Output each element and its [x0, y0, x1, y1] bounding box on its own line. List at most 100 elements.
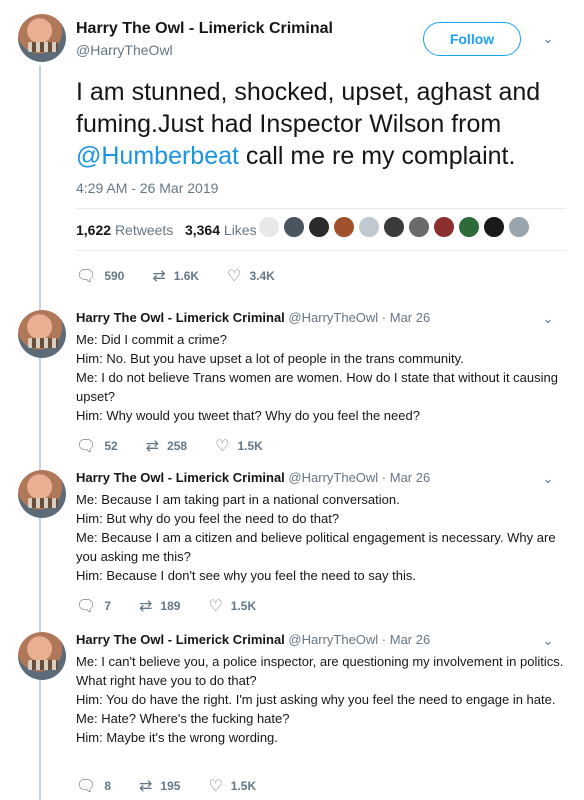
tweet-text: I am stunned, shocked, upset, aghast and… [76, 76, 576, 172]
retweet-button[interactable]: ⇄ 189 [139, 596, 180, 616]
reply-tweet[interactable]: Harry The Owl - Limerick Criminal @Harry… [0, 310, 584, 460]
reply-header: Harry The Owl - Limerick Criminal @Harry… [76, 470, 430, 485]
dialogue-line: Me: Because I am a citizen and believe p… [76, 530, 556, 564]
like-count: 1.5K [230, 779, 257, 793]
reply-text: Me: Because I am taking part in a nation… [76, 490, 566, 585]
retweet-icon: ⇄ [145, 438, 160, 455]
liker-avatar[interactable] [283, 216, 305, 238]
liker-avatar[interactable] [333, 216, 355, 238]
tweet-actions: 🗨 7 ⇄ 189 ♡ 1.5K [76, 596, 284, 616]
dialogue-line: Me: Hate? Where's the fucking hate? [76, 711, 290, 726]
reply-count: 7 [104, 599, 111, 613]
reply-header: Harry The Owl - Limerick Criminal @Harry… [76, 632, 430, 647]
liker-avatar[interactable] [358, 216, 380, 238]
retweet-button[interactable]: ⇄ 258 [146, 436, 187, 456]
chevron-down-icon[interactable]: ⌄ [541, 32, 555, 46]
reply-count: 590 [104, 269, 125, 283]
like-button[interactable]: ♡ 3.4K [227, 266, 275, 286]
tweet-actions: 🗨 8 ⇄ 195 ♡ 1.5K [76, 776, 284, 796]
retweet-count: 195 [160, 779, 181, 793]
reply-icon: 🗨 [76, 778, 97, 795]
retweet-button[interactable]: ⇄ 1.6K [152, 266, 199, 286]
like-count: 1.5K [237, 439, 263, 453]
retweet-button[interactable]: ⇄ 195 [139, 776, 180, 796]
avatar[interactable] [18, 632, 66, 680]
retweets-count[interactable]: 1,622 [76, 222, 111, 238]
tweet-timestamp[interactable]: 4:29 AM - 26 Mar 2019 [76, 180, 218, 196]
like-button[interactable]: ♡ 1.5K [208, 596, 256, 616]
author-name[interactable]: Harry The Owl - Limerick Criminal [76, 310, 285, 325]
like-button[interactable]: ♡ 1.5K [215, 436, 263, 456]
liker-avatar[interactable] [308, 216, 330, 238]
like-button[interactable]: ♡ 1.5K [208, 776, 256, 796]
author-name[interactable]: Harry The Owl - Limerick Criminal [76, 632, 285, 647]
avatar[interactable] [18, 14, 66, 62]
reply-header: Harry The Owl - Limerick Criminal @Harry… [76, 310, 430, 325]
mention-link[interactable]: @Humberbeat [76, 142, 239, 170]
dialogue-line: Him: Why would you tweet that? Why do yo… [76, 408, 420, 423]
liker-avatars [258, 216, 530, 238]
chevron-down-icon[interactable]: ⌄ [541, 312, 555, 326]
dialogue-line: Me: Did I commit a crime? [76, 332, 227, 347]
dialogue-line: Him: You do have the right. I'm just ask… [76, 692, 556, 707]
author-name[interactable]: Harry The Owl - Limerick Criminal [76, 470, 285, 485]
retweet-icon: ⇄ [139, 598, 153, 615]
avatar[interactable] [18, 310, 66, 358]
heart-icon: ♡ [227, 268, 242, 285]
heart-icon: ♡ [215, 438, 230, 455]
author-handle-date[interactable]: @HarryTheOwl · Mar 26 [288, 632, 430, 647]
retweet-count: 258 [167, 439, 188, 453]
tweet-text-part: call me re my complaint. [238, 142, 516, 170]
liker-avatar[interactable] [383, 216, 405, 238]
dialogue-line: Him: Maybe it's the wrong wording. [76, 730, 278, 745]
avatar[interactable] [18, 470, 66, 518]
liker-avatar[interactable] [483, 216, 505, 238]
chevron-down-icon[interactable]: ⌄ [541, 634, 555, 648]
divider [76, 208, 566, 209]
reply-tweet[interactable]: Harry The Owl - Limerick Criminal @Harry… [0, 470, 584, 620]
heart-icon: ♡ [208, 778, 223, 795]
heart-icon: ♡ [208, 598, 223, 615]
liker-avatar[interactable] [258, 216, 280, 238]
dialogue-line: Him: Because I don't see why you feel th… [76, 568, 416, 583]
chevron-down-icon[interactable]: ⌄ [541, 472, 555, 486]
reply-button[interactable]: 🗨 8 [76, 776, 111, 796]
retweets-label[interactable]: Retweets [115, 222, 173, 238]
reply-icon: 🗨 [76, 598, 97, 615]
liker-avatar[interactable] [508, 216, 530, 238]
dialogue-line: Him: No. But you have upset a lot of peo… [76, 351, 464, 366]
author-name[interactable]: Harry The Owl - Limerick Criminal [76, 20, 333, 38]
dialogue-line: Me: I do not believe Trans women are wom… [76, 370, 558, 404]
dialogue-line: Him: But why do you feel the need to do … [76, 511, 340, 526]
liker-avatar[interactable] [408, 216, 430, 238]
liker-avatar[interactable] [458, 216, 480, 238]
reply-button[interactable]: 🗨 590 [76, 266, 124, 286]
retweet-icon: ⇄ [139, 778, 153, 795]
reply-tweet[interactable]: Harry The Owl - Limerick Criminal @Harry… [0, 632, 584, 800]
reply-icon: 🗨 [76, 438, 97, 455]
author-handle-date[interactable]: @HarryTheOwl · Mar 26 [288, 470, 430, 485]
divider [76, 250, 566, 251]
tweet-actions: 🗨 52 ⇄ 258 ♡ 1.5K [76, 436, 291, 456]
reply-button[interactable]: 🗨 52 [76, 436, 118, 456]
tweet-actions: 🗨 590 ⇄ 1.6K ♡ 3.4K [76, 266, 303, 286]
reply-count: 8 [104, 779, 111, 793]
follow-button[interactable]: Follow [423, 22, 521, 56]
retweet-count: 189 [160, 599, 181, 613]
reply-text: Me: Did I commit a crime? Him: No. But y… [76, 330, 566, 425]
liker-avatar[interactable] [433, 216, 455, 238]
author-handle[interactable]: @HarryTheOwl [76, 42, 173, 58]
likes-count[interactable]: 3,364 [185, 222, 220, 238]
tweet-text-part: I am stunned, shocked, upset, aghast and… [76, 78, 541, 138]
likes-label[interactable]: Likes [224, 222, 257, 238]
reply-text: Me: I can't believe you, a police inspec… [76, 652, 566, 747]
reply-icon: 🗨 [76, 268, 97, 285]
retweet-count: 1.6K [173, 269, 200, 283]
author-handle-date[interactable]: @HarryTheOwl · Mar 26 [288, 310, 430, 325]
reply-count: 52 [104, 439, 118, 453]
like-count: 1.5K [230, 599, 257, 613]
reply-button[interactable]: 🗨 7 [76, 596, 111, 616]
tweet-stats: 1,622 Retweets 3,364 Likes [76, 222, 257, 238]
dialogue-line: Me: I can't believe you, a police inspec… [76, 654, 564, 688]
retweet-icon: ⇄ [152, 268, 166, 285]
